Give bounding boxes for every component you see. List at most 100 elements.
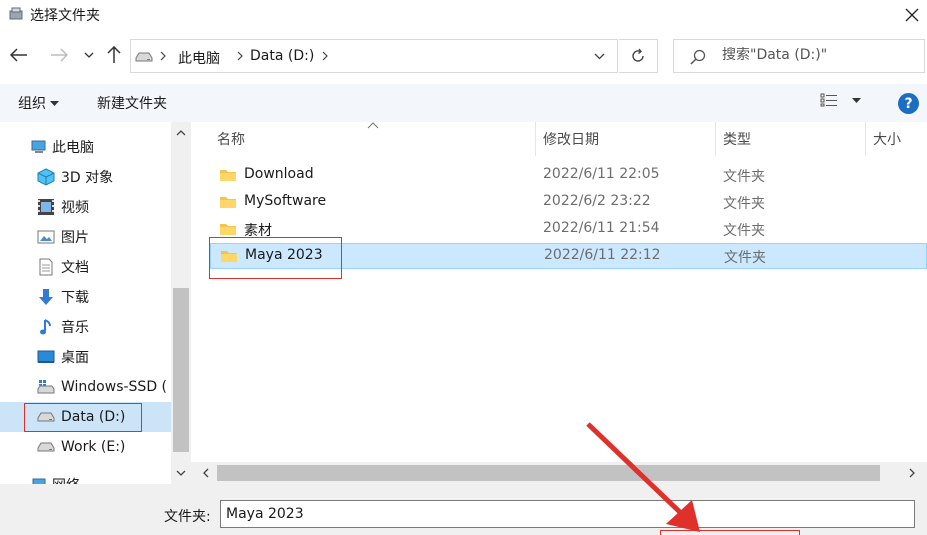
- computer-icon: [30, 138, 48, 156]
- chevron-right-icon: [909, 468, 915, 478]
- details-view-icon: [820, 93, 837, 107]
- organize-button[interactable]: 组织: [18, 93, 59, 113]
- command-toolbar: 组织 新建文件夹 ?: [0, 84, 927, 122]
- breadcrumb-separator[interactable]: [157, 47, 169, 65]
- chevron-up-icon: [176, 130, 186, 136]
- network-icon: [30, 476, 48, 484]
- scrollbar-thumb[interactable]: [173, 288, 189, 452]
- scroll-left-button[interactable]: [199, 466, 213, 480]
- folder-name-input[interactable]: [220, 500, 915, 528]
- sidebar-item-downloads[interactable]: 下载: [0, 282, 171, 312]
- scroll-down-button[interactable]: [175, 466, 187, 480]
- sidebar-item-videos[interactable]: 视频: [0, 192, 171, 222]
- up-button[interactable]: [103, 44, 125, 66]
- sidebar-item-label: 文档: [61, 260, 89, 276]
- file-row-sucai[interactable]: 素材 2022/6/11 21:54 文件夹: [210, 217, 927, 243]
- help-button[interactable]: ?: [898, 93, 919, 114]
- navigation-pane: 此电脑 3D 对象 视频 图片 文档 下载 音乐 桌面 Windows-SSD …: [0, 122, 191, 484]
- column-divider[interactable]: [535, 122, 536, 156]
- sidebar-item-desktop[interactable]: 桌面: [0, 342, 171, 372]
- new-folder-button[interactable]: 新建文件夹: [97, 93, 167, 113]
- window-title: 选择文件夹: [30, 8, 100, 24]
- chevron-down-icon: [594, 53, 604, 59]
- sidebar-item-label: 音乐: [61, 320, 89, 336]
- arrow-left-icon: [10, 48, 27, 62]
- scroll-up-button[interactable]: [175, 126, 187, 140]
- sidebar-item-label: 3D 对象: [61, 170, 114, 186]
- folder-icon: [220, 170, 236, 181]
- scrollbar-thumb[interactable]: [217, 465, 880, 481]
- file-modified-date: 2022/6/2 23:22: [543, 193, 651, 209]
- sidebar-item-label: 网络: [52, 475, 80, 484]
- column-header-size[interactable]: 大小: [873, 122, 901, 156]
- caret-down-icon: [50, 100, 59, 106]
- title-bar: 选择文件夹: [0, 0, 927, 30]
- sidebar-item-music[interactable]: 音乐: [0, 312, 171, 342]
- file-list-horizontal-scrollbar[interactable]: [191, 462, 927, 484]
- refresh-button[interactable]: [619, 39, 658, 73]
- folder-icon: [220, 224, 236, 235]
- sidebar-item-label: 图片: [61, 230, 89, 246]
- sidebar-item-3d-objects[interactable]: 3D 对象: [0, 162, 171, 192]
- column-header-type[interactable]: 类型: [723, 122, 751, 156]
- app-icon: [9, 7, 23, 20]
- sidebar-item-label: 视频: [61, 200, 89, 216]
- sidebar-item-data-drive[interactable]: Data (D:): [0, 402, 171, 432]
- drive-icon: [135, 52, 153, 62]
- file-row-maya-2023[interactable]: Maya 2023 2022/6/11 22:12 文件夹: [210, 243, 927, 269]
- breadcrumb-data-drive[interactable]: Data (D:): [250, 48, 314, 64]
- address-dropdown-button[interactable]: [588, 47, 610, 65]
- chevron-down-icon: [176, 470, 186, 476]
- column-header-modified[interactable]: 修改日期: [543, 122, 599, 156]
- sidebar-scrollbar[interactable]: [171, 122, 191, 484]
- file-type: 文件夹: [723, 196, 765, 212]
- breadcrumb-this-pc[interactable]: 此电脑: [178, 48, 220, 68]
- file-row-mysoftware[interactable]: MySoftware 2022/6/2 23:22 文件夹: [210, 190, 927, 216]
- file-name: Maya 2023: [245, 247, 323, 263]
- close-icon: [905, 8, 919, 22]
- file-modified-date: 2022/6/11 21:54: [543, 220, 660, 236]
- sidebar-item-network[interactable]: 网络: [0, 470, 171, 484]
- sidebar-item-label: 桌面: [61, 350, 89, 366]
- column-divider[interactable]: [865, 122, 866, 156]
- video-icon: [37, 198, 55, 216]
- file-modified-date: 2022/6/11 22:12: [544, 247, 661, 263]
- desktop-icon: [37, 348, 55, 366]
- sidebar-item-label: Windows-SSD (: [61, 379, 168, 395]
- file-name: Download: [244, 166, 314, 182]
- sidebar-item-pictures[interactable]: 图片: [0, 222, 171, 252]
- music-icon: [37, 318, 55, 336]
- sidebar-item-this-pc[interactable]: 此电脑: [0, 132, 171, 162]
- drive-icon: [37, 408, 55, 426]
- forward-button[interactable]: [48, 44, 70, 66]
- arrow-right-icon: [51, 48, 68, 62]
- breadcrumb-separator[interactable]: [234, 47, 246, 65]
- search-box[interactable]: [673, 39, 925, 73]
- view-options-button[interactable]: [820, 93, 861, 107]
- navigation-bar: 此电脑 Data (D:): [0, 34, 927, 78]
- file-type: 文件夹: [723, 223, 765, 239]
- close-button[interactable]: [897, 0, 927, 30]
- recent-locations-button[interactable]: [78, 44, 100, 66]
- folder-selection-bar: 文件夹:: [0, 484, 927, 535]
- back-button[interactable]: [8, 44, 30, 66]
- scroll-right-button[interactable]: [905, 466, 919, 480]
- sidebar-item-label: Work (E:): [61, 439, 126, 455]
- file-row-download[interactable]: Download 2022/6/11 22:05 文件夹: [210, 163, 927, 189]
- address-bar[interactable]: 此电脑 Data (D:): [130, 39, 618, 73]
- sidebar-item-windows-ssd[interactable]: Windows-SSD (: [0, 372, 171, 402]
- file-type: 文件夹: [724, 250, 766, 266]
- windows-drive-icon: [37, 378, 55, 396]
- chevron-down-icon: [84, 52, 94, 58]
- sidebar-item-documents[interactable]: 文档: [0, 252, 171, 282]
- chevron-left-icon: [203, 468, 209, 478]
- sidebar-item-label: 下载: [61, 290, 89, 306]
- caret-down-icon: [852, 97, 861, 103]
- folder-field-label: 文件夹:: [164, 509, 211, 525]
- column-divider[interactable]: [715, 122, 716, 156]
- sidebar-item-work-drive[interactable]: Work (E:): [0, 432, 171, 462]
- search-input[interactable]: [722, 47, 912, 63]
- breadcrumb-separator[interactable]: [319, 47, 331, 65]
- column-header-name[interactable]: 名称: [217, 122, 245, 156]
- folder-icon: [220, 197, 236, 208]
